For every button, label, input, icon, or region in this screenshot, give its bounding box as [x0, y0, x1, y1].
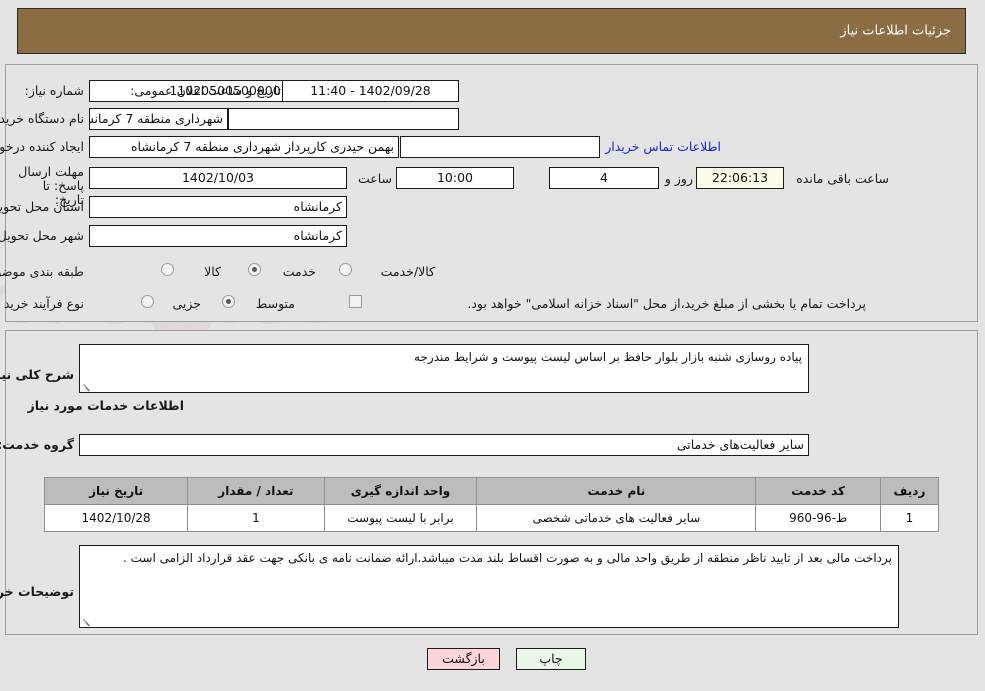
buyer-org-label: نام دستگاه خریدار: — [0, 111, 85, 126]
back-button[interactable]: بازگشت — [428, 648, 501, 670]
delivery-city-field[interactable]: کرمانشاه — [90, 225, 348, 247]
cell-quantity: 1 — [188, 504, 326, 532]
table-header-unit: واحد اندازه گیری — [324, 477, 479, 505]
purchase-radio-jozee[interactable] — [142, 295, 155, 308]
buyer-notes-label: توضیحات خریدار: — [0, 584, 75, 599]
delivery-province-label: استان محل تحویل: — [0, 199, 85, 214]
print-button[interactable]: چاپ — [517, 648, 587, 670]
services-table: ردیف کد خدمت نام خدمت واحد اندازه گیری ت… — [44, 477, 941, 532]
category-option-kala-label: کالا — [205, 264, 222, 279]
page-root: جزئیات اطلاعات نیاز AriaTender.net شماره… — [0, 0, 985, 691]
category-label: طبقه بندی موضوعی: — [0, 264, 85, 279]
category-option-kala-khedmat-label: کالا/خدمت — [381, 264, 436, 279]
deadline-countdown-label: ساعت باقی مانده — [797, 171, 890, 186]
table-header-service-code: کد خدمت — [756, 477, 882, 505]
cell-unit: برابر با لیست پیوست — [324, 504, 479, 532]
buyer-org-field-left[interactable] — [229, 108, 460, 130]
purchase-option-motevaset-label: متوسط — [256, 296, 296, 311]
table-header-service-name: نام خدمت — [477, 477, 758, 505]
general-description-text: پیاده روسازی شنبه بازار بلوار حافظ بر اس… — [415, 350, 803, 364]
table-header-need-date: تاریخ نیاز — [44, 477, 190, 505]
page-header: جزئیات اطلاعات نیاز — [18, 8, 967, 54]
treasury-bond-note: پرداخت تمام یا بخشی از مبلغ خرید،از محل … — [468, 296, 867, 311]
cell-need-date: 1402/10/28 — [44, 504, 190, 532]
service-group-field[interactable]: سایر فعالیت‌های خدماتی — [80, 434, 810, 456]
need-number-label: شماره نیاز: — [25, 83, 85, 98]
services-section-title: اطلاعات خدمات مورد نیاز — [28, 398, 186, 413]
cell-row-index: 1 — [880, 504, 941, 532]
announce-datetime-label: تاریخ و ساعت اعلان عمومی: — [131, 83, 282, 98]
deadline-days-field[interactable]: 4 — [550, 167, 660, 189]
delivery-province-field[interactable]: کرمانشاه — [90, 196, 348, 218]
resize-grip-icon[interactable] — [83, 381, 93, 391]
creator-label: ایجاد کننده درخواست: — [0, 139, 85, 154]
deadline-days-label: روز و — [665, 171, 694, 186]
purchase-radio-motevaset[interactable] — [223, 295, 236, 308]
page-title: جزئیات اطلاعات نیاز — [841, 23, 952, 39]
cell-service-name: سایر فعالیت های خدماتی شخصی — [477, 504, 758, 532]
resize-grip-icon-2[interactable] — [83, 616, 93, 626]
category-radio-kala[interactable] — [162, 263, 175, 276]
category-option-khedmat-label: خدمت — [283, 264, 317, 279]
delivery-city-label: شهر محل تحویل: — [0, 228, 85, 243]
category-radio-khedmat[interactable] — [249, 263, 262, 276]
general-description-textarea[interactable]: پیاده روسازی شنبه بازار بلوار حافظ بر اس… — [80, 344, 810, 393]
need-summary-panel — [6, 64, 979, 322]
table-row: 1 ط-96-960 سایر فعالیت های خدماتی شخصی ب… — [44, 504, 941, 532]
general-description-label: شرح کلی نیاز: — [0, 367, 75, 382]
table-header-row-index: ردیف — [880, 477, 941, 505]
deadline-time-field[interactable]: 10:00 — [397, 167, 515, 189]
buyer-contact-link[interactable]: اطلاعات تماس خریدار — [606, 139, 722, 154]
announce-datetime-field[interactable]: 1402/09/28 - 11:40 — [283, 80, 460, 102]
deadline-date-field[interactable]: 1402/10/03 — [90, 167, 348, 189]
creator-field-continued[interactable] — [401, 136, 601, 158]
cell-service-code: ط-96-960 — [756, 504, 882, 532]
category-radio-kala-khedmat[interactable] — [340, 263, 353, 276]
buyer-org-field-right[interactable]: شهرداری منطقه 7 کرمانشاه — [90, 108, 229, 130]
table-header-quantity: تعداد / مقدار — [188, 477, 326, 505]
service-group-label: گروه خدمت: — [0, 437, 75, 452]
creator-field[interactable]: بهمن حیدری کارپرداز شهرداری منطقه 7 کرما… — [90, 136, 400, 158]
deadline-countdown-field: 22:06:13 — [697, 167, 785, 189]
purchase-option-jozee-label: جزیی — [173, 296, 202, 311]
table-header-row: ردیف کد خدمت نام خدمت واحد اندازه گیری ت… — [44, 477, 941, 505]
treasury-bond-checkbox[interactable] — [350, 295, 363, 308]
buyer-notes-text: پرداخت مالی بعد از تایید ناظر منطقه از ط… — [123, 551, 893, 565]
deadline-time-label: ساعت — [358, 171, 393, 186]
purchase-process-label: نوع فرآیند خرید : — [0, 296, 85, 311]
buyer-notes-textarea[interactable]: پرداخت مالی بعد از تایید ناظر منطقه از ط… — [80, 545, 900, 628]
